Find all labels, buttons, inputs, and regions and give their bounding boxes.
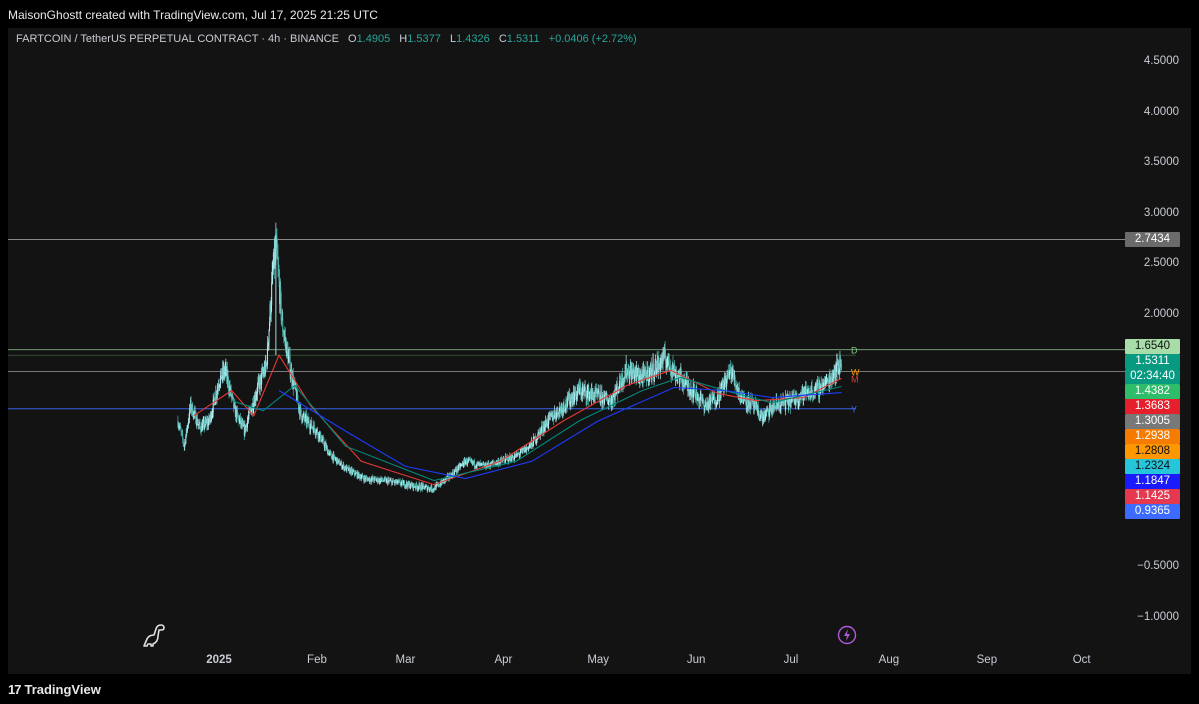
candle-body	[682, 379, 684, 386]
candle-body	[492, 462, 494, 464]
price-tick: 3.0000	[1143, 206, 1179, 219]
candle-body	[300, 406, 302, 410]
time-tick: Mar	[395, 654, 416, 666]
attribution-text: MaisonGhostt created with TradingView.co…	[8, 8, 378, 22]
price-tick: −0.5000	[1137, 560, 1179, 573]
tradingview-logo[interactable]: 17 TradingView	[8, 682, 101, 697]
candle-body	[216, 388, 218, 394]
ema-green-line	[231, 376, 842, 482]
candle-body	[734, 377, 736, 384]
price-label-badge: 1.2808	[1125, 444, 1180, 459]
price-tick: 4.0000	[1143, 105, 1179, 118]
price-tick: −1.0000	[1137, 611, 1179, 623]
price-tick: 3.5000	[1143, 156, 1179, 169]
candle-body	[508, 461, 510, 462]
candle-body	[268, 330, 270, 343]
high-value: 1.5377	[407, 33, 441, 45]
lightning-icon[interactable]	[837, 625, 857, 650]
attribution-bar: MaisonGhostt created with TradingView.co…	[0, 0, 1199, 28]
candle-body	[339, 465, 341, 466]
price-label-badge: 1.2324	[1125, 459, 1180, 474]
time-tick: Feb	[307, 654, 327, 666]
price-label-badge: 1.3683	[1125, 399, 1180, 414]
tv-logo-text: TradingView	[24, 682, 101, 697]
candle-body	[311, 420, 313, 428]
price-label-badge: 1.4382	[1125, 384, 1180, 399]
candle-body	[428, 487, 430, 490]
candle-body	[232, 396, 234, 399]
time-tick: Jun	[686, 654, 706, 666]
candle-body	[654, 363, 656, 373]
price-label-badge: 2.7434	[1125, 232, 1180, 247]
candle-body	[423, 484, 425, 487]
price-label-badge: 0.9365	[1125, 504, 1180, 519]
price-chart-svg[interactable]: DWMY	[8, 28, 1191, 674]
price-tick: 4.5000	[1143, 55, 1179, 67]
price-tick: 2.0000	[1143, 307, 1179, 320]
candle-body	[330, 452, 332, 457]
level-tag-y: Y	[851, 405, 857, 415]
symbol-legend: FARTCOIN / TetherUS PERPETUAL CONTRACT ·…	[16, 33, 637, 45]
candle-body	[320, 432, 322, 441]
time-tick: Jul	[783, 654, 799, 666]
open-label: O	[348, 33, 357, 45]
time-tick: Sep	[976, 654, 998, 666]
candle-body	[768, 408, 770, 418]
candle-body	[663, 349, 665, 360]
time-tick: May	[587, 654, 610, 666]
low-value: 1.4326	[456, 33, 490, 45]
price-tick: 2.5000	[1143, 257, 1179, 270]
price-label-badge: 1.1847	[1125, 474, 1180, 489]
price-label-badge: 1.5311	[1125, 354, 1180, 369]
candle-body	[612, 396, 614, 404]
time-tick: Oct	[1072, 654, 1091, 666]
time-tick: Aug	[878, 654, 900, 666]
candle-body	[324, 444, 326, 448]
candle-body	[841, 364, 843, 371]
candle-body	[574, 395, 575, 403]
candle-body	[612, 394, 614, 397]
price-label-badge: 1.6540	[1125, 339, 1180, 354]
time-tick: Apr	[494, 654, 513, 666]
price-label-badge: 1.3005	[1125, 414, 1180, 429]
level-tag-d: D	[851, 346, 858, 356]
candle-body	[402, 482, 404, 486]
candle-body	[300, 409, 302, 417]
open-value: 1.4905	[356, 33, 391, 45]
candle-body	[245, 425, 247, 431]
candle-body	[680, 371, 682, 375]
dinosaur-icon	[141, 622, 167, 653]
price-label-badge: 1.1425	[1125, 489, 1180, 504]
close-label: C	[498, 33, 507, 45]
footer-bar: 17 TradingView	[0, 674, 1199, 704]
price-label-badge: 02:34:40	[1125, 369, 1180, 384]
candle-body	[313, 424, 315, 430]
candle-body	[271, 282, 273, 305]
price-label-badge: 1.2938	[1125, 429, 1180, 444]
candle-body	[280, 293, 282, 319]
symbol-title: FARTCOIN / TetherUS PERPETUAL CONTRACT ·…	[16, 33, 339, 45]
candle-body	[391, 481, 393, 485]
tv-logo-mark: 17	[8, 682, 22, 697]
candle-body	[232, 394, 234, 397]
candle-body	[473, 460, 475, 467]
time-tick: 2025	[206, 654, 232, 666]
level-tag-m: M	[851, 375, 859, 385]
change-value: +0.0406 (+2.72%)	[548, 33, 637, 45]
close-value: 1.5311	[506, 33, 540, 45]
candle-body	[766, 409, 768, 412]
candle-body	[646, 373, 648, 382]
chart-pane[interactable]: DWMY FARTCOIN / TetherUS PERPETUAL CONTR…	[8, 28, 1191, 674]
candle-body	[361, 475, 363, 478]
candle-body	[563, 406, 565, 410]
